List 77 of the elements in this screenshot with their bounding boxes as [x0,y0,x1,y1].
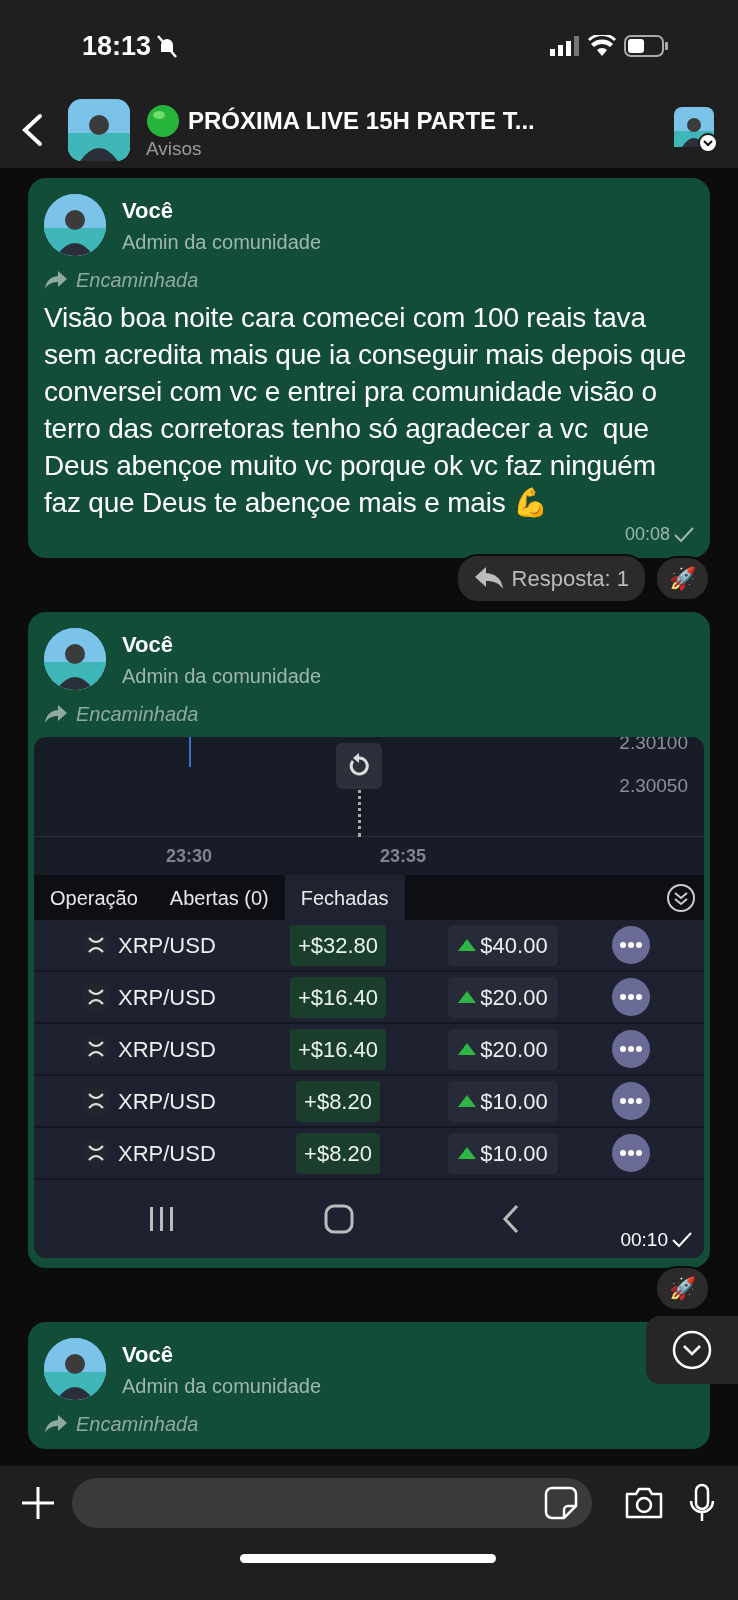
forward-icon [44,270,68,290]
profit-amount: +$16.40 [289,1028,387,1070]
more-button[interactable] [612,926,650,964]
chat-title[interactable]: PRÓXIMA LIVE 15H PARTE T... [188,102,535,139]
back-button[interactable] [20,113,44,147]
amount-text: $40.00 [480,931,548,960]
sender-name: Você [122,1341,174,1369]
trade-pair: XRP/USD [118,1139,217,1168]
group-avatar[interactable] [68,99,130,161]
replies-button[interactable]: Resposta: 1 [455,553,647,603]
message-time: 00:10 [620,1227,668,1252]
profit-amount: +$8.20 [296,1132,380,1174]
axis-label: 2.30050 [619,773,688,798]
ellipsis-icon [620,1046,642,1052]
home-icon[interactable] [324,1204,354,1234]
axis-label: 23:35 [380,844,427,868]
up-arrow-icon [458,1095,477,1107]
amount-text: $20.00 [480,983,548,1012]
chevron-down-icon [672,1330,712,1370]
reset-button[interactable] [336,743,382,789]
ellipsis-icon [620,1098,642,1104]
tab[interactable]: Fechadas [284,875,405,920]
trade-pair: XRP/USD [118,931,217,960]
tab[interactable]: Abertas (0) [153,875,285,920]
forwarded-label: Encaminhada [76,1412,199,1437]
forwarded-label: Encaminhada [76,702,199,727]
profit-amount: +$8.20 [296,1080,380,1122]
status-time: 18:13 [82,29,152,63]
sticker-icon[interactable] [544,1486,578,1520]
sender-name: Você [122,197,174,225]
back-icon[interactable] [500,1204,521,1234]
up-arrow-icon [458,1147,477,1159]
more-button[interactable] [612,1030,650,1068]
sender-name: Você [122,631,174,659]
forward-icon [44,1414,68,1434]
amount-text: $20.00 [480,1035,548,1064]
amount-text: $10.00 [480,1087,548,1116]
camera-button[interactable] [624,1486,664,1520]
tab[interactable]: Operação [34,875,154,920]
sender-role: Admin da comunidade [122,1374,321,1399]
ellipsis-icon [620,994,642,1000]
up-arrow-icon [458,939,477,951]
wifi-icon [588,35,616,57]
signal-icon [550,36,580,56]
amount-text: $10.00 [480,1139,548,1168]
bell-slash-icon [155,33,180,59]
chat-subtitle: Avisos [146,138,203,158]
more-button[interactable] [612,978,650,1016]
trade-pair: XRP/USD [118,1087,217,1116]
up-arrow-icon [458,1043,477,1055]
profit-amount: +$16.40 [289,976,387,1018]
check-icon [672,1231,692,1248]
message-text: Visão boa noite cara comecei com 100 reais tava sem acredita mais que ia conseguir mais depois que conversei com vc e entrei pra comunidade visão o terro das corretoras tenho só agradecer a vc que Deus abençoe muito vc porque ok vc faz ninguém faz que Deus te abençoe mais e mais 💪 [44,301,688,520]
expand-icon[interactable] [666,882,696,913]
message-time: 00:08 [624,523,670,546]
axis-label: 23:30 [166,844,213,868]
scroll-down-button[interactable] [646,1316,738,1384]
ellipsis-icon [620,1150,642,1156]
trade-pair: XRP/USD [118,983,217,1012]
battery-icon [624,35,668,57]
reply-icon [473,566,504,590]
add-button[interactable] [20,1485,56,1521]
sender-role: Admin da comunidade [122,664,321,689]
sender-role: Admin da comunidade [122,230,321,255]
forward-icon [44,704,68,724]
dot-icon [146,103,180,138]
microphone-button[interactable] [688,1483,716,1523]
check-icon [674,526,694,543]
ellipsis-icon [620,942,642,948]
more-button[interactable] [612,1082,650,1120]
forwarded-label: Encaminhada [76,268,199,293]
message-input[interactable] [72,1478,592,1528]
profit-amount: +$32.80 [289,924,387,966]
profile-avatar[interactable] [674,107,718,153]
up-arrow-icon [458,991,477,1003]
trade-pair: XRP/USD [118,1035,217,1064]
more-button[interactable] [612,1134,650,1172]
